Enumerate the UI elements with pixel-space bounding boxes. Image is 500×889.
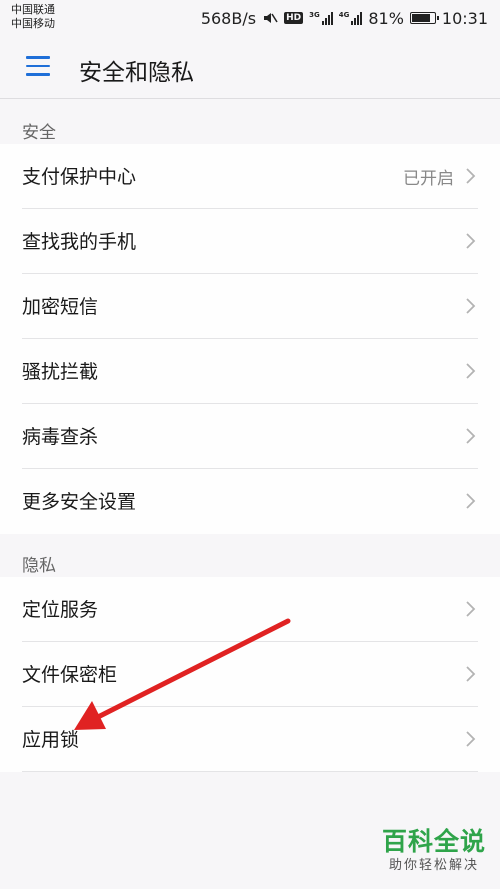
clock: 10:31 xyxy=(441,8,488,28)
list-item-encrypted-sms[interactable]: 加密短信 xyxy=(0,274,500,339)
section-header-security: 安全 xyxy=(22,123,56,143)
list-item-location-services[interactable]: 定位服务 xyxy=(0,577,500,642)
list-item-payment-protection[interactable]: 支付保护中心 已开启 xyxy=(0,144,500,209)
list-item-label: 病毒查杀 xyxy=(22,426,99,448)
list-item-virus-scan[interactable]: 病毒查杀 xyxy=(0,404,500,469)
list-item-find-my-phone[interactable]: 查找我的手机 xyxy=(0,209,500,274)
watermark-title: 百科全说 xyxy=(381,827,486,856)
chevron-right-icon xyxy=(466,428,476,444)
list-item-label: 更多安全设置 xyxy=(22,491,137,513)
signal-icon-1: 3G xyxy=(309,11,333,25)
list-item-file-safe[interactable]: 文件保密柜 xyxy=(0,642,500,707)
chevron-right-icon xyxy=(466,233,476,249)
privacy-list: 定位服务 文件保密柜 应用锁 xyxy=(0,577,500,772)
network-type-1: 3G xyxy=(309,11,320,19)
battery-icon xyxy=(409,12,439,24)
status-bar: 中国联通 中国移动 568B/s HD 3G 4G 81% 10:31 xyxy=(0,0,500,36)
chevron-right-icon xyxy=(466,666,476,682)
list-item-app-lock[interactable]: 应用锁 xyxy=(0,707,500,772)
page-title: 安全和隐私 xyxy=(79,60,194,86)
network-speed: 568B/s xyxy=(200,8,257,28)
watermark-logo: 百科全说 助你轻松解决 xyxy=(382,827,486,875)
security-list: 支付保护中心 已开启 查找我的手机 加密短信 骚扰拦截 病毒查杀 更多安全设置 xyxy=(0,144,500,534)
chevron-right-icon xyxy=(466,298,476,314)
chevron-right-icon xyxy=(466,731,476,747)
list-item-label: 骚扰拦截 xyxy=(22,361,99,383)
list-item-label: 应用锁 xyxy=(22,729,80,751)
chevron-right-icon xyxy=(466,493,476,509)
chevron-right-icon xyxy=(466,363,476,379)
divider xyxy=(22,771,478,772)
list-item-harassment-filter[interactable]: 骚扰拦截 xyxy=(0,339,500,404)
hamburger-menu-icon[interactable] xyxy=(26,56,50,76)
status-icons: 568B/s HD 3G 4G 81% 10:31 xyxy=(201,7,488,29)
chevron-right-icon xyxy=(466,168,476,184)
list-item-label: 加密短信 xyxy=(22,296,99,318)
signal-icon-2: 4G xyxy=(339,11,363,25)
network-type-2: 4G xyxy=(338,11,350,19)
mute-icon xyxy=(264,13,278,23)
list-item-label: 支付保护中心 xyxy=(22,166,137,188)
list-item-label: 定位服务 xyxy=(22,599,99,621)
chevron-right-icon xyxy=(466,601,476,617)
battery-fill xyxy=(411,14,430,22)
section-header-privacy: 隐私 xyxy=(22,556,56,576)
carrier-2: 中国移动 xyxy=(11,17,55,30)
list-item-more-security-settings[interactable]: 更多安全设置 xyxy=(0,469,500,534)
hd-icon: HD xyxy=(284,12,304,24)
list-item-label: 查找我的手机 xyxy=(22,231,137,253)
battery-percent: 81% xyxy=(368,8,404,28)
carrier-1: 中国联通 xyxy=(11,3,55,16)
watermark-subtitle: 助你轻松解决 xyxy=(388,858,479,873)
app-header: 安全和隐私 xyxy=(0,36,500,99)
list-item-label: 文件保密柜 xyxy=(22,664,118,686)
carrier-info: 中国联通 中国移动 xyxy=(11,3,55,31)
status-value: 已开启 xyxy=(403,169,454,189)
